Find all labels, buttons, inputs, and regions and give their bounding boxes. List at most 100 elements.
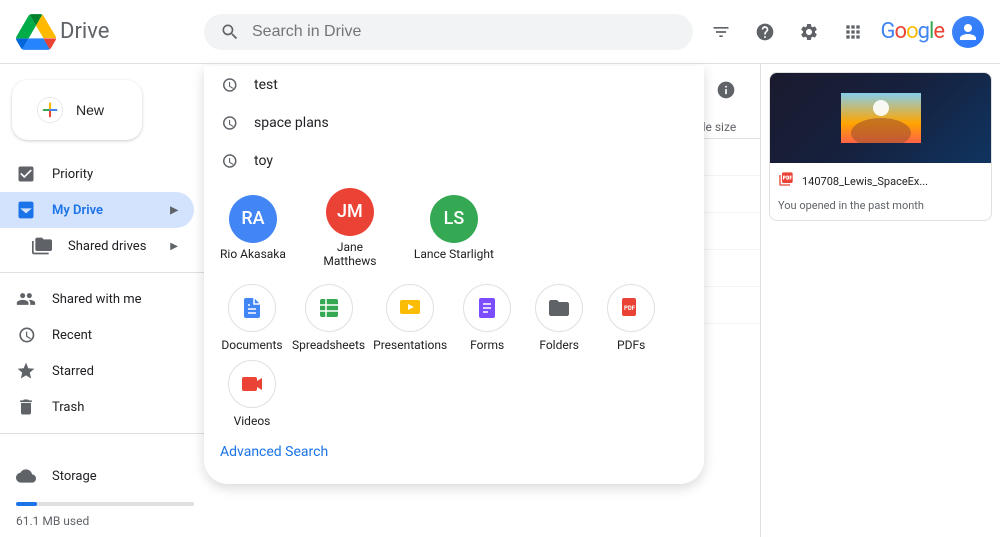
sidebar-divider-2 (0, 433, 210, 434)
pdf-icon-sm-svg (778, 171, 794, 187)
starred-icon (16, 361, 36, 381)
person-jane[interactable]: JM Jane Matthews (310, 188, 390, 268)
documents-icon (240, 296, 264, 320)
filter-icon-btn[interactable] (701, 12, 741, 52)
user-avatar[interactable] (952, 16, 984, 48)
file-type-forms-label: Forms (470, 338, 504, 352)
trash-icon (16, 397, 36, 417)
shared-drives-label: Shared drives (68, 239, 146, 254)
logo-text: Drive (60, 19, 109, 44)
forms-icon-circle (463, 284, 511, 332)
file-type-spreadsheets[interactable]: Spreadsheets (292, 284, 365, 352)
documents-icon-circle (228, 284, 276, 332)
recent-file-card[interactable]: 140708_Lewis_SpaceEx... You opened in th… (769, 72, 992, 221)
starred-label: Starred (52, 364, 94, 379)
file-type-presentations-label: Presentations (373, 338, 447, 352)
people-section: RA Rio Akasaka JM Jane Matthews LS Lance… (204, 180, 704, 276)
history-item-test[interactable]: test (204, 66, 704, 104)
person-rio[interactable]: RA Rio Akasaka (220, 195, 286, 261)
google-logo-text: Google (881, 19, 944, 44)
info-icon (716, 80, 736, 100)
sidebar-item-starred[interactable]: Starred (0, 353, 194, 389)
sidebar-item-my-drive[interactable]: My Drive ▶ (0, 192, 194, 228)
spreadsheets-icon (317, 296, 341, 320)
file-type-folders-label: Folders (539, 338, 579, 352)
help-icon-btn[interactable] (745, 12, 785, 52)
storage-section: Storage 61.1 MB used (0, 442, 210, 537)
header: Drive test (0, 0, 1000, 64)
spreadsheets-icon-circle (305, 284, 353, 332)
sidebar-item-priority[interactable]: Priority (0, 156, 194, 192)
search-dropdown: test space plans toy RA (204, 66, 704, 484)
recent-file-name: 140708_Lewis_SpaceEx... (802, 175, 928, 188)
search-input[interactable] (252, 23, 677, 41)
new-button[interactable]: New (12, 80, 142, 140)
advanced-search-link[interactable]: Advanced Search (204, 436, 704, 468)
person-lance[interactable]: LS Lance Starlight (414, 195, 494, 261)
my-drive-label: My Drive (52, 203, 103, 218)
pdfs-icon: PDF (619, 296, 643, 320)
settings-icon-btn[interactable] (789, 12, 829, 52)
search-box[interactable]: test space plans toy RA (204, 14, 693, 50)
drive-logo-icon (16, 12, 56, 52)
trash-label: Trash (52, 400, 84, 415)
right-panel: 140708_Lewis_SpaceEx... You opened in th… (760, 64, 1000, 537)
file-type-pdfs-label: PDFs (617, 338, 645, 352)
thumbnail-illustration (841, 93, 921, 143)
videos-icon-circle (228, 360, 276, 408)
search-icon (220, 22, 240, 42)
new-button-label: New (76, 102, 104, 118)
header-right: Google (701, 12, 984, 52)
svg-text:PDF: PDF (624, 305, 636, 312)
shared-with-me-label: Shared with me (52, 292, 142, 307)
person-rio-name: Rio Akasaka (220, 247, 286, 261)
person-lance-avatar: LS (430, 195, 478, 243)
shared-drives-icon (32, 236, 52, 256)
file-type-documents[interactable]: Documents (220, 284, 284, 352)
person-rio-avatar: RA (229, 195, 277, 243)
history-item-space-plans[interactable]: space plans (204, 104, 704, 142)
sidebar-item-trash[interactable]: Trash (0, 389, 194, 425)
forms-icon (475, 296, 499, 320)
my-drive-icon (16, 200, 36, 220)
history-icon-2 (220, 114, 238, 132)
file-type-videos[interactable]: Videos (220, 360, 284, 428)
logo-area: Drive (16, 12, 196, 52)
info-button[interactable] (708, 72, 744, 108)
recent-label: Recent (52, 328, 92, 343)
file-type-folders[interactable]: Folders (527, 284, 591, 352)
videos-icon (240, 372, 264, 396)
presentations-icon (398, 296, 422, 320)
app-container: Drive test (0, 0, 1000, 537)
history-text-test: test (254, 77, 278, 93)
history-text-space-plans: space plans (254, 115, 329, 131)
folders-icon (547, 296, 571, 320)
settings-icon (799, 22, 819, 42)
my-drive-chevron-icon: ▶ (170, 205, 178, 216)
file-type-pdfs[interactable]: PDF PDFs (599, 284, 663, 352)
history-icon-3 (220, 152, 238, 170)
sidebar-item-shared-with-me[interactable]: Shared with me (0, 281, 194, 317)
shared-with-me-icon (16, 289, 36, 309)
recent-icon (16, 325, 36, 345)
new-plus-icon (36, 96, 64, 124)
apps-icon-btn[interactable] (833, 12, 873, 52)
history-text-toy: toy (254, 153, 273, 169)
storage-label: Storage (52, 469, 97, 484)
file-type-forms[interactable]: Forms (455, 284, 519, 352)
pdfs-icon-circle: PDF (607, 284, 655, 332)
file-type-presentations[interactable]: Presentations (373, 284, 447, 352)
person-jane-name: Jane Matthews (310, 240, 390, 268)
search-input-container (204, 14, 693, 50)
priority-icon (16, 164, 36, 184)
history-icon (220, 76, 238, 94)
storage-item[interactable]: Storage (16, 458, 178, 494)
history-item-toy[interactable]: toy (204, 142, 704, 180)
user-avatar-icon (958, 22, 978, 42)
file-type-videos-label: Videos (234, 414, 271, 428)
presentations-icon-circle (386, 284, 434, 332)
sidebar-divider-1 (0, 272, 210, 273)
sidebar-item-shared-drives[interactable]: Shared drives ▶ (0, 228, 194, 264)
sidebar-item-recent[interactable]: Recent (0, 317, 194, 353)
file-type-documents-label: Documents (221, 338, 282, 352)
